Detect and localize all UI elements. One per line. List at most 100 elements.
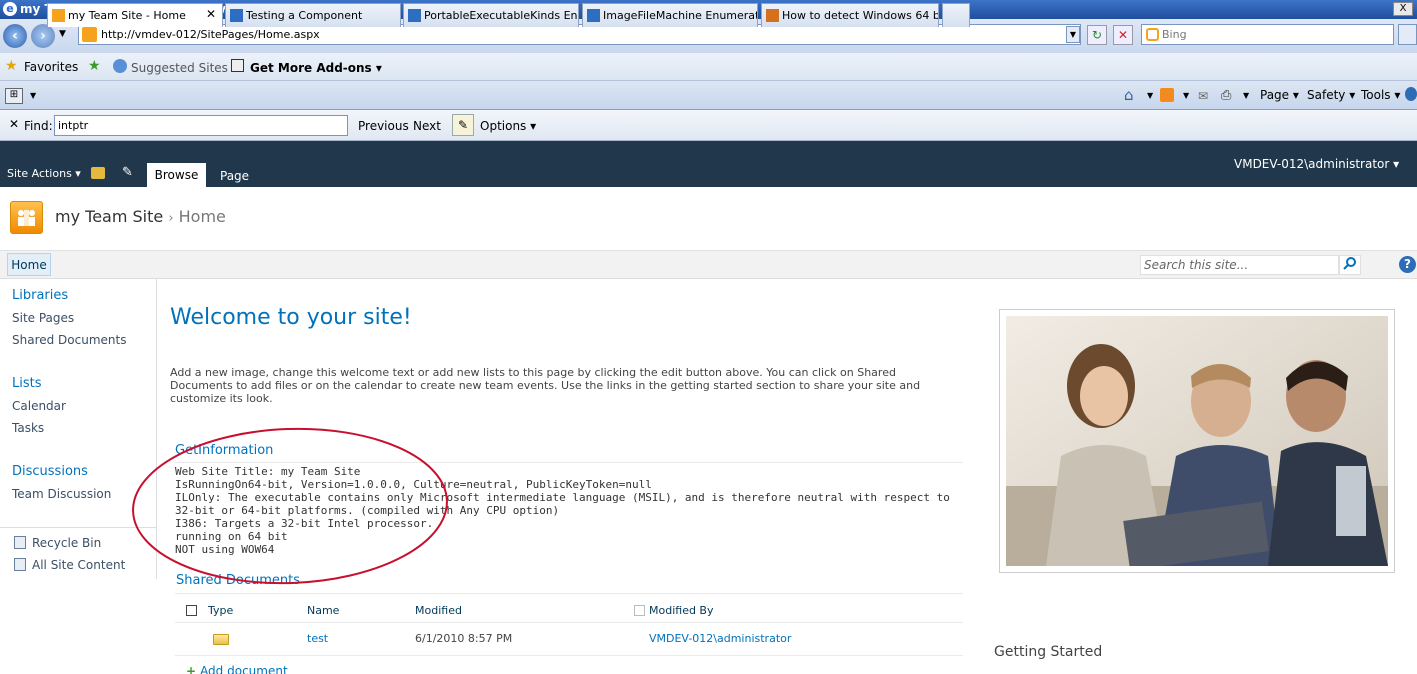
get-addons-button[interactable]: Get More Add-ons ▾ — [250, 61, 382, 75]
ql-team-discussion[interactable]: Team Discussion — [12, 487, 111, 501]
suggested-sites-button[interactable]: Suggested Sites ▾ — [131, 61, 238, 75]
user-menu[interactable]: VMDEV-012\administrator ▾ — [1234, 157, 1399, 171]
ql-site-pages[interactable]: Site Pages — [12, 311, 74, 325]
column-modified-by[interactable]: Modified By — [649, 604, 714, 617]
search-site-input[interactable]: Search this site... — [1140, 255, 1339, 275]
page-menu[interactable]: Page ▾ — [1260, 88, 1299, 102]
add-document-label: Add document — [200, 664, 288, 674]
tab-testing-component[interactable]: Testing a Component — [225, 3, 401, 27]
sharepoint-help-icon[interactable]: ? — [1399, 256, 1416, 273]
tab-list-dropdown-icon[interactable]: ▼ — [30, 88, 42, 104]
search-provider-input[interactable]: Bing — [1141, 24, 1394, 45]
add-favorites-icon[interactable]: ★ — [88, 58, 101, 74]
print-icon[interactable]: ⎙ — [1221, 88, 1231, 103]
find-options-menu[interactable]: Options ▾ — [480, 119, 536, 133]
getinfo-line: running on 64 bit — [175, 530, 288, 543]
print-dropdown-icon[interactable]: ▼ — [1243, 91, 1249, 100]
ql-calendar[interactable]: Calendar — [12, 399, 66, 413]
find-previous-button[interactable]: Previous — [358, 119, 409, 133]
page-tab-icon — [230, 9, 243, 22]
favorites-star-icon: ★ — [5, 58, 18, 74]
magnifier-icon — [1343, 257, 1356, 270]
ql-libraries-heading[interactable]: Libraries — [12, 288, 68, 303]
close-tab-icon[interactable]: ✕ — [206, 7, 216, 21]
tab-label: my Team Site - Home — [68, 9, 186, 22]
tab-label: PortableExecutableKinds En... — [424, 9, 579, 22]
breadcrumb-site-link[interactable]: my Team Site — [55, 207, 163, 226]
site-actions-menu[interactable]: Site Actions ▾ — [7, 167, 81, 180]
safety-menu-label: Safety — [1307, 88, 1346, 102]
stop-button[interactable]: ✕ — [1113, 25, 1133, 45]
getinformation-output: Web Site Title: my Team Site IsRunningOn… — [175, 465, 960, 556]
shared-documents-title[interactable]: Shared Documents — [176, 573, 300, 588]
tab-team-site[interactable]: my Team Site - Home ✕ — [47, 3, 223, 27]
all-content-icon — [14, 558, 26, 571]
team-photo-image — [1006, 316, 1388, 571]
recycle-bin-icon — [14, 536, 26, 549]
tab-page[interactable]: Page — [220, 169, 249, 183]
feeds-dropdown-icon[interactable]: ▼ — [1183, 91, 1189, 100]
new-tab-button[interactable] — [942, 3, 970, 27]
tab-pe-kinds[interactable]: PortableExecutableKinds En... — [403, 3, 579, 27]
select-all-checkbox[interactable] — [186, 605, 197, 616]
find-input[interactable]: intptr — [54, 115, 348, 136]
close-window-button[interactable]: X — [1393, 2, 1413, 16]
tools-menu-label: Tools — [1361, 88, 1391, 102]
folder-icon — [213, 634, 229, 645]
user-name: VMDEV-012\administrator — [1234, 157, 1390, 171]
refresh-button[interactable]: ↻ — [1087, 25, 1107, 45]
ql-shared-documents[interactable]: Shared Documents — [12, 333, 126, 347]
column-checkbox[interactable] — [634, 605, 645, 616]
column-name[interactable]: Name — [307, 604, 339, 617]
ql-lists-heading[interactable]: Lists — [12, 376, 42, 391]
row-modified-by[interactable]: VMDEV-012\administrator — [649, 632, 791, 645]
ql-tasks[interactable]: Tasks — [12, 421, 44, 435]
close-find-icon[interactable]: ✕ — [9, 117, 19, 131]
home-dropdown-icon[interactable]: ▼ — [1147, 91, 1153, 100]
search-site-button[interactable] — [1339, 255, 1361, 275]
row-name-link[interactable]: test — [307, 632, 328, 645]
find-next-button[interactable]: Next — [413, 119, 441, 133]
site-logo-icon[interactable] — [10, 201, 43, 234]
site-actions-label: Site Actions — [7, 167, 72, 180]
suggested-sites-label: Suggested Sites — [131, 61, 228, 75]
ql-all-site-content[interactable]: All Site Content — [32, 558, 125, 572]
row-modified: 6/1/2010 8:57 PM — [415, 632, 513, 645]
ql-recycle-bin[interactable]: Recycle Bin — [32, 536, 101, 550]
ql-discussions-heading[interactable]: Discussions — [12, 464, 88, 479]
msdn-tab-icon — [587, 9, 600, 22]
mail-icon[interactable]: ✉ — [1198, 89, 1208, 103]
edit-page-icon[interactable]: ✎ — [122, 165, 133, 180]
address-input[interactable]: http://vmdev-012/SitePages/Home.aspx — [78, 24, 1081, 45]
forward-button[interactable]: › — [31, 24, 55, 48]
history-dropdown-icon[interactable]: ▼ — [59, 29, 66, 39]
column-type[interactable]: Type — [208, 604, 233, 617]
shared-documents-divider — [175, 593, 963, 594]
add-document-link[interactable]: + Add document — [186, 664, 288, 674]
home-icon[interactable]: ⌂ — [1124, 86, 1134, 104]
navigate-up-icon[interactable] — [91, 167, 105, 179]
favorites-button[interactable]: Favorites — [24, 60, 78, 74]
topnav-home[interactable]: Home — [7, 253, 51, 276]
get-addons-label: Get More Add-ons — [250, 61, 372, 75]
column-modified[interactable]: Modified — [415, 604, 462, 617]
bing-icon — [1146, 28, 1159, 41]
getinformation-title[interactable]: GetInformation — [175, 443, 273, 458]
address-dropdown-icon[interactable]: ▼ — [1066, 26, 1080, 43]
tools-menu[interactable]: Tools ▾ — [1361, 88, 1400, 102]
tab-label: ImageFileMachine Enumerati... — [603, 9, 758, 22]
getinfo-line: IsRunningOn64-bit, Version=1.0.0.0, Cult… — [175, 478, 652, 491]
welcome-photo — [999, 309, 1395, 573]
feeds-icon[interactable] — [1160, 88, 1174, 102]
highlight-icon[interactable]: ✎ — [452, 114, 474, 136]
help-icon[interactable] — [1405, 87, 1417, 101]
search-go-button[interactable] — [1398, 24, 1417, 45]
tab-browse[interactable]: Browse — [147, 163, 206, 187]
msdn-tab-icon — [408, 9, 421, 22]
back-button[interactable]: ‹ — [3, 24, 27, 48]
safety-menu[interactable]: Safety ▾ — [1307, 88, 1355, 102]
tab-detect-windows-64[interactable]: How to detect Windows 64 b... — [761, 3, 939, 27]
quick-tabs-icon[interactable]: ⊞ — [5, 88, 23, 104]
tab-label: How to detect Windows 64 b... — [782, 9, 939, 22]
tab-image-file-machine[interactable]: ImageFileMachine Enumerati... — [582, 3, 758, 27]
